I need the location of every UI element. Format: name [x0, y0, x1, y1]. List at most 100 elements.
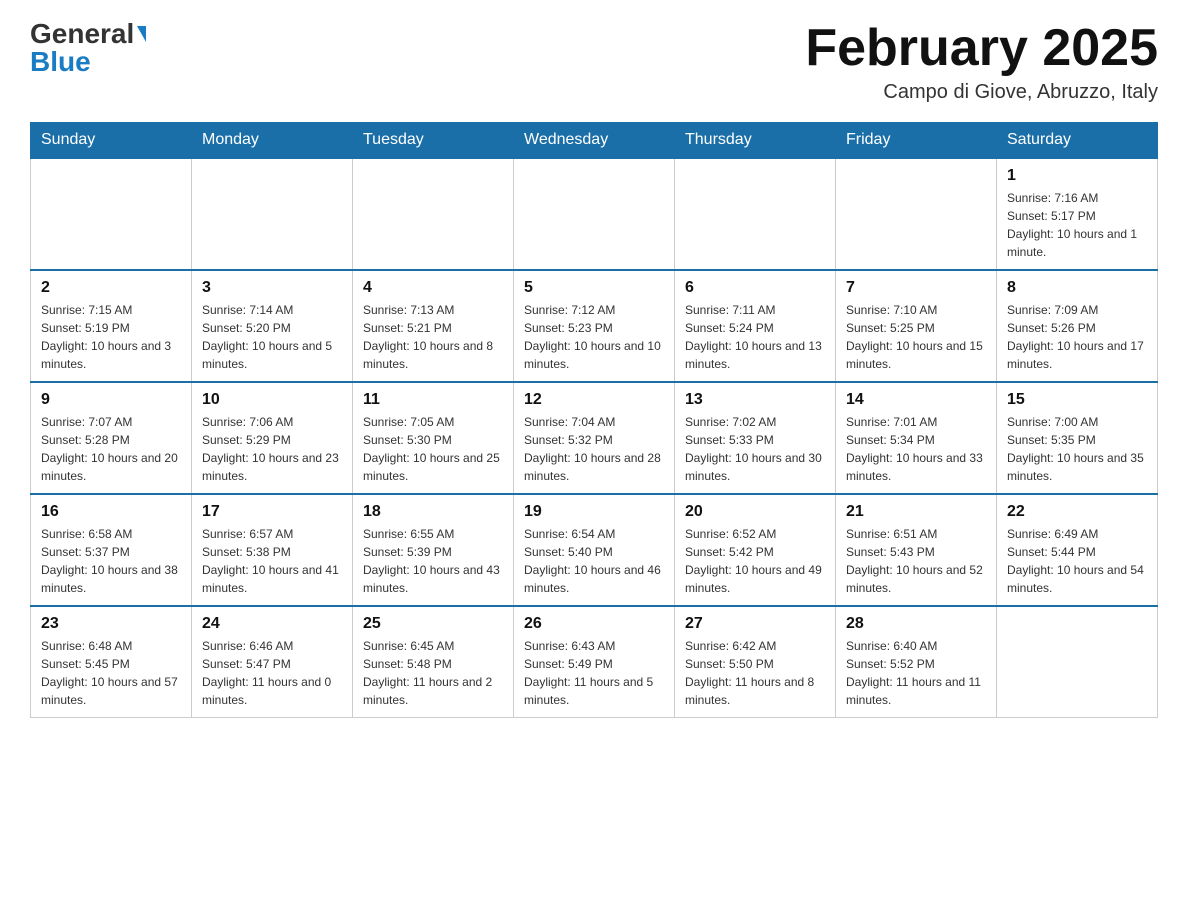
- day-number: 21: [846, 503, 986, 521]
- week-row-5: 23 Sunrise: 6:48 AM Sunset: 5:45 PM Dayli…: [31, 606, 1158, 718]
- day-info: Sunrise: 7:04 AM Sunset: 5:32 PM Dayligh…: [524, 413, 664, 485]
- calendar-cell: 10Sunrise: 7:06 AM Sunset: 5:29 PM Dayli…: [192, 382, 353, 494]
- calendar-cell: 13 Sunrise: 7:02 AM Sunset: 5:33 PM Dayli…: [675, 382, 836, 494]
- day-number: 3: [202, 279, 342, 297]
- header-friday: Friday: [836, 123, 997, 159]
- day-number: 27: [685, 615, 825, 633]
- calendar-cell: 21 Sunrise: 6:51 AM Sunset: 5:43 PM Dayli…: [836, 494, 997, 606]
- day-number: 19: [524, 503, 664, 521]
- day-number: 23: [41, 615, 181, 633]
- day-number: 28: [846, 615, 986, 633]
- calendar-cell: [675, 158, 836, 270]
- day-number: 25: [363, 615, 503, 633]
- calendar-cell: 16 Sunrise: 6:58 AM Sunset: 5:37 PM Dayli…: [31, 494, 192, 606]
- calendar-cell: [353, 158, 514, 270]
- logo-blue-text: Blue: [30, 48, 146, 76]
- day-number: 18: [363, 503, 503, 521]
- day-info: Sunrise: 7:06 AM Sunset: 5:29 PM Dayligh…: [202, 413, 342, 485]
- day-number: 16: [41, 503, 181, 521]
- calendar-cell: 12Sunrise: 7:04 AM Sunset: 5:32 PM Dayli…: [514, 382, 675, 494]
- day-number: 22: [1007, 503, 1147, 521]
- calendar-cell: 27 Sunrise: 6:42 AM Sunset: 5:50 PM Dayli…: [675, 606, 836, 718]
- day-info: Sunrise: 7:10 AM Sunset: 5:25 PM Dayligh…: [846, 301, 986, 373]
- calendar-cell: [31, 158, 192, 270]
- header-tuesday: Tuesday: [353, 123, 514, 159]
- day-info: Sunrise: 7:13 AM Sunset: 5:21 PM Dayligh…: [363, 301, 503, 373]
- calendar-cell: 4 Sunrise: 7:13 AM Sunset: 5:21 PM Daylig…: [353, 270, 514, 382]
- day-info: Sunrise: 6:43 AM Sunset: 5:49 PM Dayligh…: [524, 637, 664, 709]
- calendar-cell: 24Sunrise: 6:46 AM Sunset: 5:47 PM Dayli…: [192, 606, 353, 718]
- calendar-cell: 1Sunrise: 7:16 AM Sunset: 5:17 PM Daylig…: [997, 158, 1158, 270]
- header-sunday: Sunday: [31, 123, 192, 159]
- calendar-table: SundayMondayTuesdayWednesdayThursdayFrid…: [30, 122, 1158, 718]
- calendar-cell: [836, 158, 997, 270]
- day-info: Sunrise: 6:48 AM Sunset: 5:45 PM Dayligh…: [41, 637, 181, 709]
- day-number: 26: [524, 615, 664, 633]
- calendar-cell: [514, 158, 675, 270]
- header-thursday: Thursday: [675, 123, 836, 159]
- day-number: 14: [846, 391, 986, 409]
- day-info: Sunrise: 7:01 AM Sunset: 5:34 PM Dayligh…: [846, 413, 986, 485]
- day-number: 24: [202, 615, 342, 633]
- day-info: Sunrise: 7:11 AM Sunset: 5:24 PM Dayligh…: [685, 301, 825, 373]
- calendar-cell: 6 Sunrise: 7:11 AM Sunset: 5:24 PM Daylig…: [675, 270, 836, 382]
- day-info: Sunrise: 7:16 AM Sunset: 5:17 PM Dayligh…: [1007, 189, 1147, 261]
- header-row: SundayMondayTuesdayWednesdayThursdayFrid…: [31, 123, 1158, 159]
- calendar-cell: 22Sunrise: 6:49 AM Sunset: 5:44 PM Dayli…: [997, 494, 1158, 606]
- calendar-cell: 25 Sunrise: 6:45 AM Sunset: 5:48 PM Dayli…: [353, 606, 514, 718]
- day-info: Sunrise: 6:51 AM Sunset: 5:43 PM Dayligh…: [846, 525, 986, 597]
- day-number: 13: [685, 391, 825, 409]
- calendar-cell: 5 Sunrise: 7:12 AM Sunset: 5:23 PM Daylig…: [514, 270, 675, 382]
- calendar-cell: 14 Sunrise: 7:01 AM Sunset: 5:34 PM Dayli…: [836, 382, 997, 494]
- calendar-cell: 8 Sunrise: 7:09 AM Sunset: 5:26 PM Daylig…: [997, 270, 1158, 382]
- calendar-cell: [997, 606, 1158, 718]
- calendar-cell: 18 Sunrise: 6:55 AM Sunset: 5:39 PM Dayli…: [353, 494, 514, 606]
- day-number: 6: [685, 279, 825, 297]
- day-number: 4: [363, 279, 503, 297]
- location-text: Campo di Giove, Abruzzo, Italy: [805, 81, 1158, 104]
- day-info: Sunrise: 6:45 AM Sunset: 5:48 PM Dayligh…: [363, 637, 503, 709]
- calendar-cell: 19Sunrise: 6:54 AM Sunset: 5:40 PM Dayli…: [514, 494, 675, 606]
- month-title: February 2025: [805, 20, 1158, 77]
- day-info: Sunrise: 6:42 AM Sunset: 5:50 PM Dayligh…: [685, 637, 825, 709]
- calendar-cell: [192, 158, 353, 270]
- day-info: Sunrise: 7:00 AM Sunset: 5:35 PM Dayligh…: [1007, 413, 1147, 485]
- week-row-4: 16 Sunrise: 6:58 AM Sunset: 5:37 PM Dayli…: [31, 494, 1158, 606]
- day-number: 15: [1007, 391, 1147, 409]
- calendar-cell: 23 Sunrise: 6:48 AM Sunset: 5:45 PM Dayli…: [31, 606, 192, 718]
- header-monday: Monday: [192, 123, 353, 159]
- calendar-cell: 3Sunrise: 7:14 AM Sunset: 5:20 PM Daylig…: [192, 270, 353, 382]
- day-info: Sunrise: 7:07 AM Sunset: 5:28 PM Dayligh…: [41, 413, 181, 485]
- day-info: Sunrise: 7:05 AM Sunset: 5:30 PM Dayligh…: [363, 413, 503, 485]
- calendar-cell: 26 Sunrise: 6:43 AM Sunset: 5:49 PM Dayli…: [514, 606, 675, 718]
- day-info: Sunrise: 7:02 AM Sunset: 5:33 PM Dayligh…: [685, 413, 825, 485]
- calendar-header: SundayMondayTuesdayWednesdayThursdayFrid…: [31, 123, 1158, 159]
- day-number: 5: [524, 279, 664, 297]
- day-number: 2: [41, 279, 181, 297]
- day-number: 17: [202, 503, 342, 521]
- calendar-cell: 20Sunrise: 6:52 AM Sunset: 5:42 PM Dayli…: [675, 494, 836, 606]
- day-number: 9: [41, 391, 181, 409]
- page-header: General Blue February 2025 Campo di Giov…: [30, 20, 1158, 104]
- day-info: Sunrise: 6:58 AM Sunset: 5:37 PM Dayligh…: [41, 525, 181, 597]
- day-number: 20: [685, 503, 825, 521]
- calendar-body: 1Sunrise: 7:16 AM Sunset: 5:17 PM Daylig…: [31, 158, 1158, 718]
- logo-general-text: General: [30, 20, 134, 48]
- week-row-1: 1Sunrise: 7:16 AM Sunset: 5:17 PM Daylig…: [31, 158, 1158, 270]
- logo-arrow-icon: [137, 26, 146, 42]
- calendar-cell: 28 Sunrise: 6:40 AM Sunset: 5:52 PM Dayli…: [836, 606, 997, 718]
- day-info: Sunrise: 6:40 AM Sunset: 5:52 PM Dayligh…: [846, 637, 986, 709]
- logo: General Blue: [30, 20, 146, 76]
- day-info: Sunrise: 6:55 AM Sunset: 5:39 PM Dayligh…: [363, 525, 503, 597]
- calendar-cell: 9 Sunrise: 7:07 AM Sunset: 5:28 PM Daylig…: [31, 382, 192, 494]
- header-saturday: Saturday: [997, 123, 1158, 159]
- calendar-cell: 2Sunrise: 7:15 AM Sunset: 5:19 PM Daylig…: [31, 270, 192, 382]
- day-number: 11: [363, 391, 503, 409]
- calendar-cell: 7Sunrise: 7:10 AM Sunset: 5:25 PM Daylig…: [836, 270, 997, 382]
- calendar-cell: 11 Sunrise: 7:05 AM Sunset: 5:30 PM Dayli…: [353, 382, 514, 494]
- day-info: Sunrise: 7:09 AM Sunset: 5:26 PM Dayligh…: [1007, 301, 1147, 373]
- week-row-2: 2Sunrise: 7:15 AM Sunset: 5:19 PM Daylig…: [31, 270, 1158, 382]
- day-number: 8: [1007, 279, 1147, 297]
- day-info: Sunrise: 7:12 AM Sunset: 5:23 PM Dayligh…: [524, 301, 664, 373]
- calendar-cell: 17Sunrise: 6:57 AM Sunset: 5:38 PM Dayli…: [192, 494, 353, 606]
